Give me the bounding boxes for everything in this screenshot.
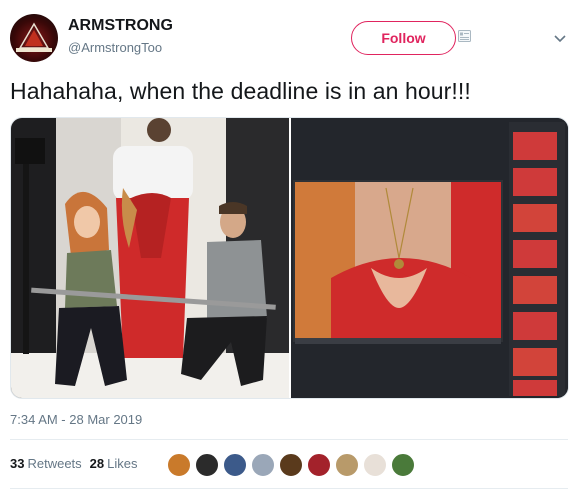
author-avatar[interactable] xyxy=(10,14,58,62)
liker-avatars xyxy=(167,453,415,477)
likes-stat[interactable]: 28 Likes xyxy=(90,456,138,471)
author-display-name[interactable]: ARMSTRONG xyxy=(68,17,173,35)
liker-avatar-3[interactable] xyxy=(223,453,247,477)
liker-avatar-9[interactable] xyxy=(391,453,415,477)
tweet-text: Hahahaha, when the deadline is in an hou… xyxy=(10,78,471,104)
liker-avatar-4[interactable] xyxy=(251,453,275,477)
liker-avatar-7[interactable] xyxy=(335,453,359,477)
author-handle[interactable]: @ArmstrongToo xyxy=(68,40,162,55)
divider xyxy=(10,439,568,440)
retouching-screen-photo[interactable] xyxy=(291,118,568,398)
profile-card-icon[interactable] xyxy=(458,30,471,42)
liker-avatar-2[interactable] xyxy=(195,453,219,477)
chevron-down-icon[interactable] xyxy=(552,30,568,46)
tweet-stats: 33 Retweets 28 Likes xyxy=(10,456,138,471)
liker-avatar-6[interactable] xyxy=(307,453,331,477)
liker-avatar-8[interactable] xyxy=(363,453,387,477)
triangle-logo-icon xyxy=(16,22,52,52)
liker-avatar-5[interactable] xyxy=(279,453,303,477)
follow-button[interactable]: Follow xyxy=(351,21,456,55)
liker-avatar-1[interactable] xyxy=(167,453,191,477)
photoshoot-studio-photo[interactable] xyxy=(11,118,289,398)
tweet-media[interactable] xyxy=(10,117,569,399)
divider xyxy=(10,488,568,489)
tweet-timestamp[interactable]: 7:34 AM - 28 Mar 2019 xyxy=(10,412,142,427)
tweet-card: ARMSTRONG @ArmstrongToo Follow Hahahaha,… xyxy=(0,0,578,491)
retweets-stat[interactable]: 33 Retweets xyxy=(10,456,82,471)
